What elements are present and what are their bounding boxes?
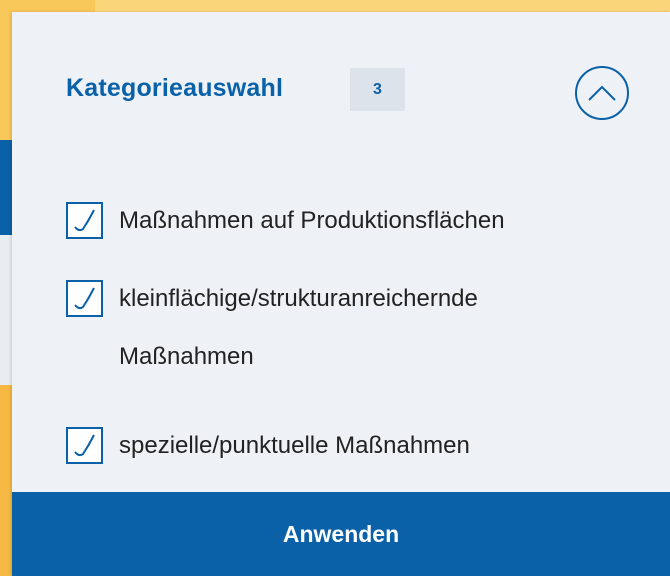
collapse-button[interactable]	[575, 66, 629, 120]
checkbox-checked[interactable]	[66, 280, 103, 317]
checkmark-icon	[73, 287, 95, 309]
category-filter-panel: Kategorieauswahl 3 Maßnahmen auf Produkt…	[12, 12, 670, 576]
apply-button[interactable]: Anwenden	[12, 492, 670, 576]
background-edge	[0, 235, 12, 385]
selected-count-badge: 3	[350, 68, 405, 111]
category-option[interactable]: kleinflächige/strukturanreichernde Maßna…	[66, 280, 589, 386]
background-edge	[0, 140, 12, 240]
option-label: Maßnahmen auf Produktionsflächen	[119, 207, 505, 234]
background-edge	[0, 385, 12, 576]
category-option[interactable]: spezielle/punktuelle Maßnahmen	[66, 427, 589, 475]
panel-title: Kategorieauswahl	[66, 74, 284, 102]
checkmark-icon	[73, 434, 95, 456]
panel-header: Kategorieauswahl 3	[12, 12, 670, 152]
checkmark-icon	[73, 209, 95, 231]
chevron-up-icon	[588, 85, 616, 101]
checkbox-checked[interactable]	[66, 202, 103, 239]
option-label: kleinflächige/strukturanreichernde Maßna…	[119, 285, 478, 370]
option-label: spezielle/punktuelle Maßnahmen	[119, 432, 470, 459]
checkbox-checked[interactable]	[66, 427, 103, 464]
category-option[interactable]: Maßnahmen auf Produktionsflächen	[66, 202, 589, 250]
background-strip	[95, 0, 670, 12]
